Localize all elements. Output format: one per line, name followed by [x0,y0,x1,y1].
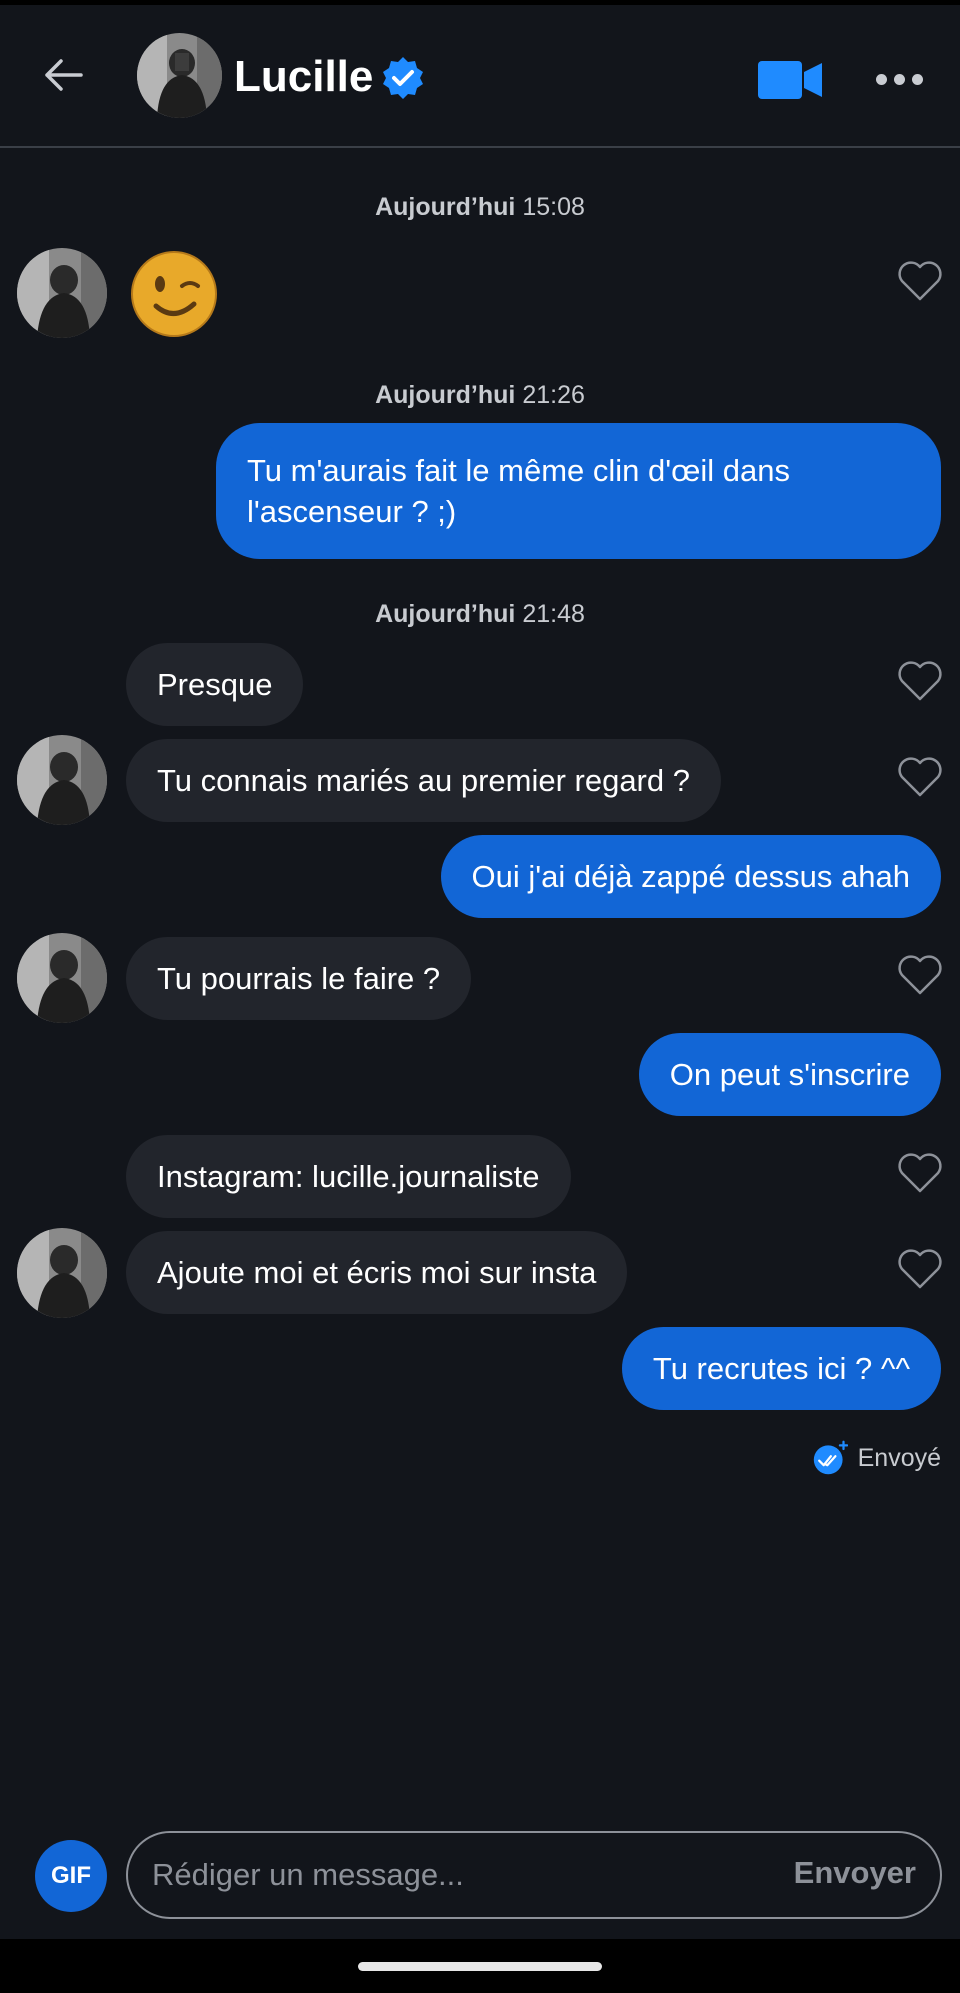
timestamp: Aujourd’hui 21:48 [375,600,585,628]
incoming-message[interactable]: Ajoute moi et écris moi sur insta [126,1231,628,1314]
contact-avatar[interactable] [17,1228,107,1318]
heart-icon[interactable] [897,660,943,702]
winking-face-emoji [131,251,217,337]
more-options-icon[interactable] [876,67,926,91]
verified-badge-icon [383,57,423,99]
arrow-left-icon [45,59,83,91]
back-button[interactable] [38,50,88,100]
send-button[interactable]: Envoyer [794,1855,916,1891]
incoming-message[interactable]: Tu pourrais le faire ? [126,937,472,1020]
incoming-message[interactable]: Instagram: lucille.journaliste [126,1135,571,1218]
home-indicator[interactable] [358,1962,602,1971]
heart-icon[interactable] [897,1152,943,1194]
sent-label: Envoyé [857,1443,941,1472]
incoming-message[interactable]: Tu connais mariés au premier regard ? [126,739,721,822]
message-status: Envoyé [812,1440,941,1476]
outgoing-message[interactable]: Tu recrutes ici ? ^^ [621,1327,941,1410]
sent-check-icon [813,1440,848,1475]
gif-button[interactable]: GIF [35,1840,107,1912]
contact-avatar[interactable] [137,33,222,118]
message-composer: Envoyer [126,1831,942,1919]
contact-name[interactable]: Lucille [234,51,373,103]
heart-icon[interactable] [897,756,943,798]
timestamp: Aujourd’hui 21:26 [375,381,585,409]
outgoing-message[interactable]: Tu m'aurais fait le même clin d'œil dans… [216,423,941,559]
outgoing-message[interactable]: Oui j'ai déjà zappé dessus ahah [440,835,941,918]
contact-avatar[interactable] [17,933,107,1023]
heart-icon[interactable] [897,260,943,302]
heart-icon[interactable] [897,1248,943,1290]
timestamp: Aujourd’hui 15:08 [375,193,585,221]
incoming-message[interactable]: Presque [126,643,304,726]
video-call-icon[interactable] [758,57,822,103]
outgoing-message[interactable]: On peut s'inscrire [638,1033,941,1116]
chat-header: Lucille [0,5,960,148]
message-input[interactable] [152,1833,752,1917]
contact-avatar[interactable] [17,248,107,338]
contact-avatar[interactable] [17,735,107,825]
heart-icon[interactable] [897,954,943,996]
